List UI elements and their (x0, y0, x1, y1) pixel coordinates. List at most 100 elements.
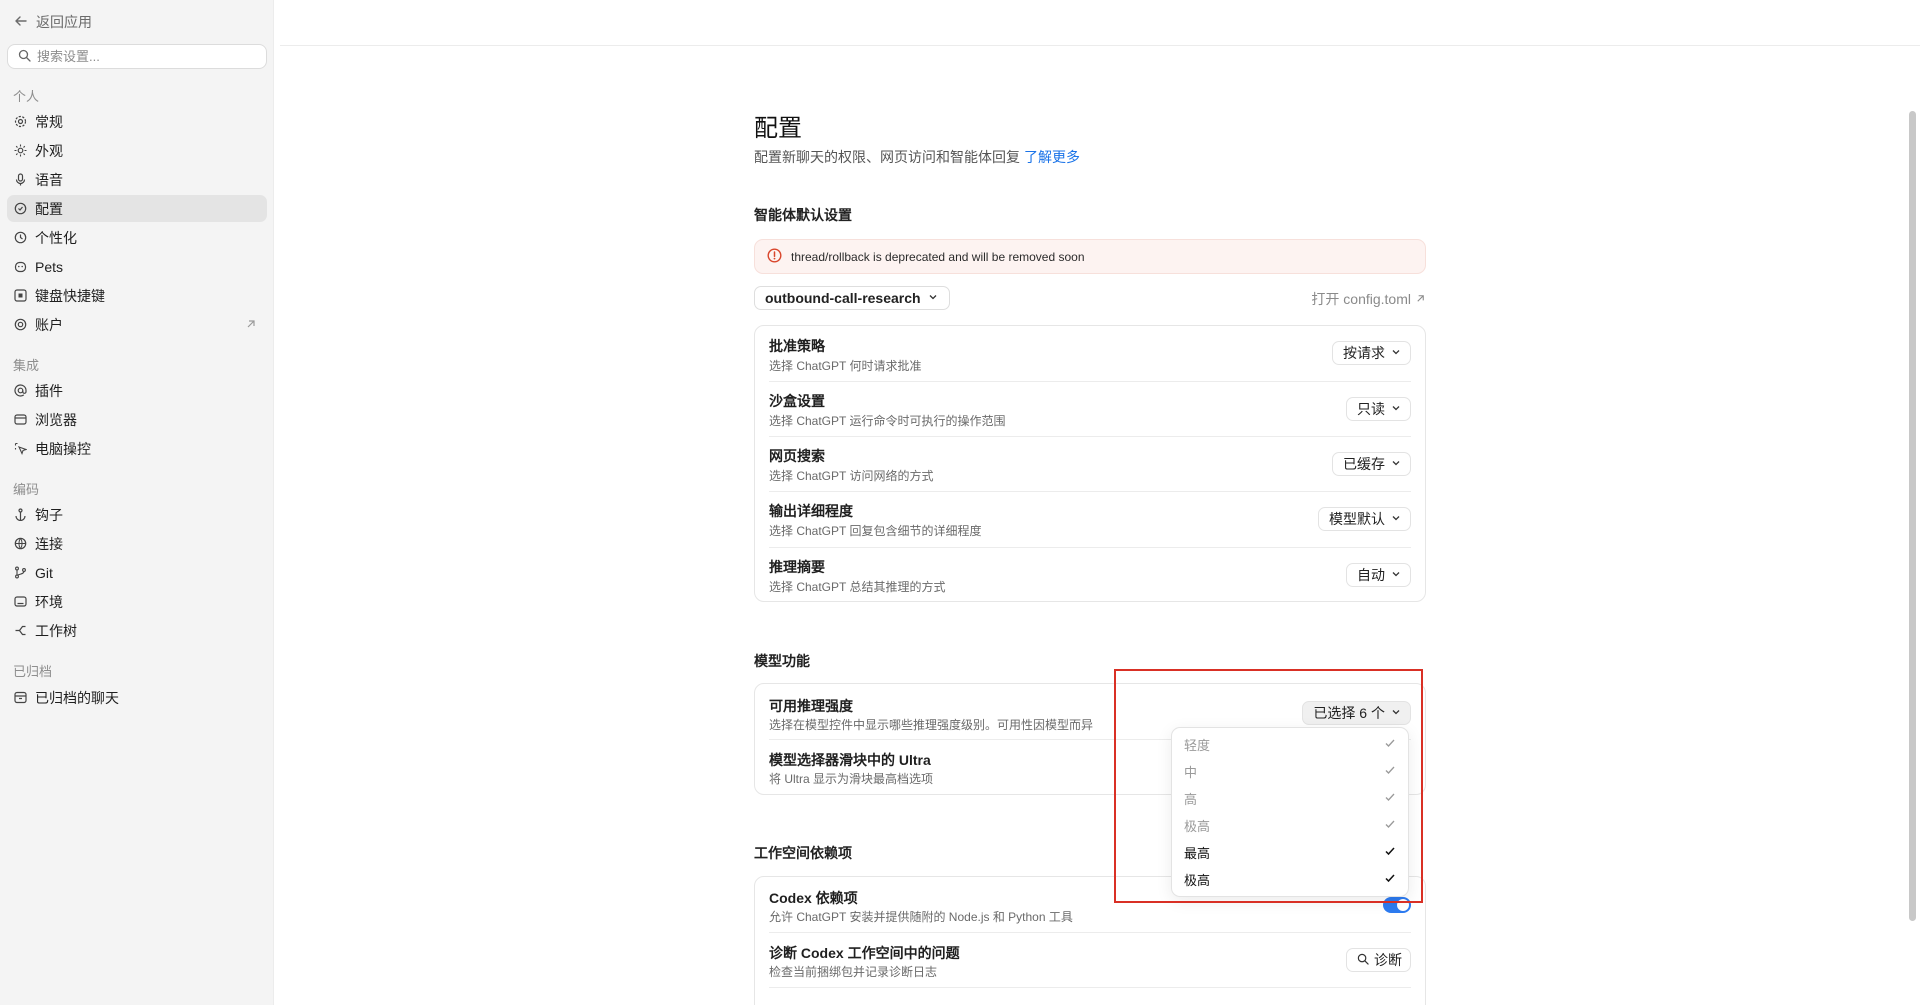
section-workspace-deps: 工作空间依赖项 (754, 845, 852, 861)
setting-desc: 选择 ChatGPT 运行命令时可执行的操作范围 (769, 414, 1006, 428)
setting-title: Codex 依赖项 (769, 890, 858, 906)
globe-icon (14, 537, 27, 550)
chevron-down-icon (927, 290, 939, 306)
chevron-down-icon (1390, 511, 1402, 527)
setting-title: 批准策略 (769, 338, 825, 354)
sidebar-item-label: 浏览器 (35, 411, 77, 428)
archive-icon (14, 691, 27, 704)
approval-policy-dropdown[interactable]: 按请求 (1332, 341, 1411, 365)
page-title: 配置 (754, 115, 802, 142)
setting-title: 诊断 Codex 工作空间中的问题 (769, 945, 960, 961)
settings-search[interactable] (7, 44, 267, 69)
chevron-down-icon (1390, 456, 1402, 472)
profile-dropdown[interactable]: outbound-call-research (754, 286, 950, 310)
sidebar-item-label: 账户 (35, 316, 63, 333)
warning-icon (767, 247, 782, 266)
chevron-down-icon (1390, 345, 1402, 361)
web-search-dropdown[interactable]: 已缓存 (1332, 452, 1411, 476)
chevron-down-icon (1390, 401, 1402, 417)
settings-sidebar: 返回应用 个人 常规 外观 语音 配置 个性化 Pets 键盘快捷键 账户 (0, 0, 274, 1005)
setting-desc: 选择 ChatGPT 访问网络的方式 (769, 469, 934, 483)
sidebar-item-label: 电脑操控 (35, 440, 91, 457)
sidebar-item-git[interactable]: Git (7, 559, 267, 586)
page-subtitle: 配置新聊天的权限、网页访问和智能体回复 了解更多 (754, 147, 1080, 167)
search-input[interactable] (37, 49, 257, 64)
search-icon (18, 49, 31, 65)
setting-row-reasoning-summary: 推理摘要 选择 ChatGPT 总结其推理的方式 自动 (769, 548, 1411, 602)
sidebar-item-worktrees[interactable]: 工作树 (7, 617, 267, 644)
sidebar-item-plugins[interactable]: 插件 (7, 377, 267, 404)
setting-row-diagnose: 诊断 Codex 工作空间中的问题 检查当前捆绑包并记录诊断日志 诊断 (769, 933, 1411, 988)
sidebar-item-archived-chats[interactable]: 已归档的聊天 (7, 684, 267, 711)
setting-title: 可用推理强度 (769, 698, 853, 714)
keyboard-icon (14, 289, 27, 302)
browser-icon (14, 413, 27, 426)
verbosity-dropdown[interactable]: 模型默认 (1318, 507, 1411, 531)
learn-more-link[interactable]: 了解更多 (1024, 149, 1080, 165)
sidebar-item-pets[interactable]: Pets (7, 253, 267, 280)
setting-row-verbosity: 输出详细程度 选择 ChatGPT 回复包含细节的详细程度 模型默认 (769, 492, 1411, 548)
setting-desc: 选择 ChatGPT 何时请求批准 (769, 359, 922, 373)
plugin-icon (14, 384, 27, 397)
section-model-features: 模型功能 (754, 653, 810, 669)
dropdown-value: 只读 (1357, 401, 1385, 417)
sandbox-dropdown[interactable]: 只读 (1346, 397, 1411, 421)
page-subtitle-text: 配置新聊天的权限、网页访问和智能体回复 (754, 149, 1020, 165)
open-config-link[interactable]: 打开 config.toml (1311, 289, 1426, 309)
pet-icon (14, 260, 27, 273)
sidebar-item-shortcuts[interactable]: 键盘快捷键 (7, 282, 267, 309)
diagnose-button[interactable]: 诊断 (1346, 948, 1411, 972)
sidebar-item-label: 钩子 (35, 506, 63, 523)
sidebar-item-personalization[interactable]: 个性化 (7, 224, 267, 251)
setting-desc: 将 Ultra 显示为滑块最高档选项 (769, 772, 934, 786)
annotation-highlight-box (1114, 669, 1423, 903)
setting-desc: 允许 ChatGPT 安装并提供随附的 Node.js 和 Python 工具 (769, 910, 1073, 924)
profile-name: outbound-call-research (765, 290, 921, 306)
setting-title: 推理摘要 (769, 559, 825, 575)
sidebar-item-account[interactable]: 账户 (7, 311, 267, 338)
anchor-icon (14, 508, 27, 521)
setting-row-approval: 批准策略 选择 ChatGPT 何时请求批准 按请求 (769, 326, 1411, 382)
warning-text: thread/rollback is deprecated and will b… (791, 249, 1085, 264)
clock-icon (14, 231, 27, 244)
section-coding: 编码 (13, 482, 40, 497)
gear-icon (14, 115, 27, 128)
agent-defaults-card: 批准策略 选择 ChatGPT 何时请求批准 按请求 沙盒设置 选择 ChatG… (754, 325, 1426, 602)
sidebar-item-computer-use[interactable]: 电脑操控 (7, 435, 267, 462)
sidebar-item-label: 语音 (35, 171, 63, 188)
setting-row-sandbox: 沙盒设置 选择 ChatGPT 运行命令时可执行的操作范围 只读 (769, 382, 1411, 437)
sidebar-item-environments[interactable]: 环境 (7, 588, 267, 615)
sidebar-item-general[interactable]: 常规 (7, 108, 267, 135)
sidebar-item-label: 外观 (35, 142, 63, 159)
cursor-icon (14, 442, 27, 455)
sidebar-item-label: Pets (35, 258, 64, 275)
sidebar-item-browser[interactable]: 浏览器 (7, 406, 267, 433)
sidebar-item-label: 配置 (35, 200, 63, 217)
sidebar-item-hooks[interactable]: 钩子 (7, 501, 267, 528)
setting-title: 沙盒设置 (769, 393, 825, 409)
sidebar-item-label: Git (35, 564, 53, 581)
sidebar-item-voice[interactable]: 语音 (7, 166, 267, 193)
sidebar-item-connections[interactable]: 连接 (7, 530, 267, 557)
setting-desc: 选择 ChatGPT 回复包含细节的详细程度 (769, 524, 982, 538)
dropdown-value: 按请求 (1343, 345, 1385, 361)
back-to-app-button[interactable]: 返回应用 (14, 12, 92, 32)
section-agent-defaults: 智能体默认设置 (754, 207, 852, 223)
content-scrollbar[interactable] (1909, 111, 1916, 921)
microphone-icon (14, 173, 27, 186)
sidebar-item-label: 键盘快捷键 (35, 287, 105, 304)
sidebar-item-label: 工作树 (35, 622, 77, 639)
sidebar-item-config[interactable]: 配置 (7, 195, 267, 222)
reasoning-summary-dropdown[interactable]: 自动 (1346, 563, 1411, 587)
dropdown-value: 模型默认 (1329, 511, 1385, 527)
setting-row-web-search: 网页搜索 选择 ChatGPT 访问网络的方式 已缓存 (769, 437, 1411, 492)
section-integrations: 集成 (13, 358, 40, 373)
sidebar-item-label: 个性化 (35, 229, 77, 246)
back-label: 返回应用 (36, 14, 92, 30)
search-icon (1357, 952, 1369, 968)
open-config-label: 打开 config.toml (1311, 291, 1411, 307)
diagnose-label: 诊断 (1374, 952, 1402, 968)
dropdown-value: 自动 (1357, 567, 1385, 583)
sidebar-item-appearance[interactable]: 外观 (7, 137, 267, 164)
git-branch-icon (14, 566, 27, 579)
